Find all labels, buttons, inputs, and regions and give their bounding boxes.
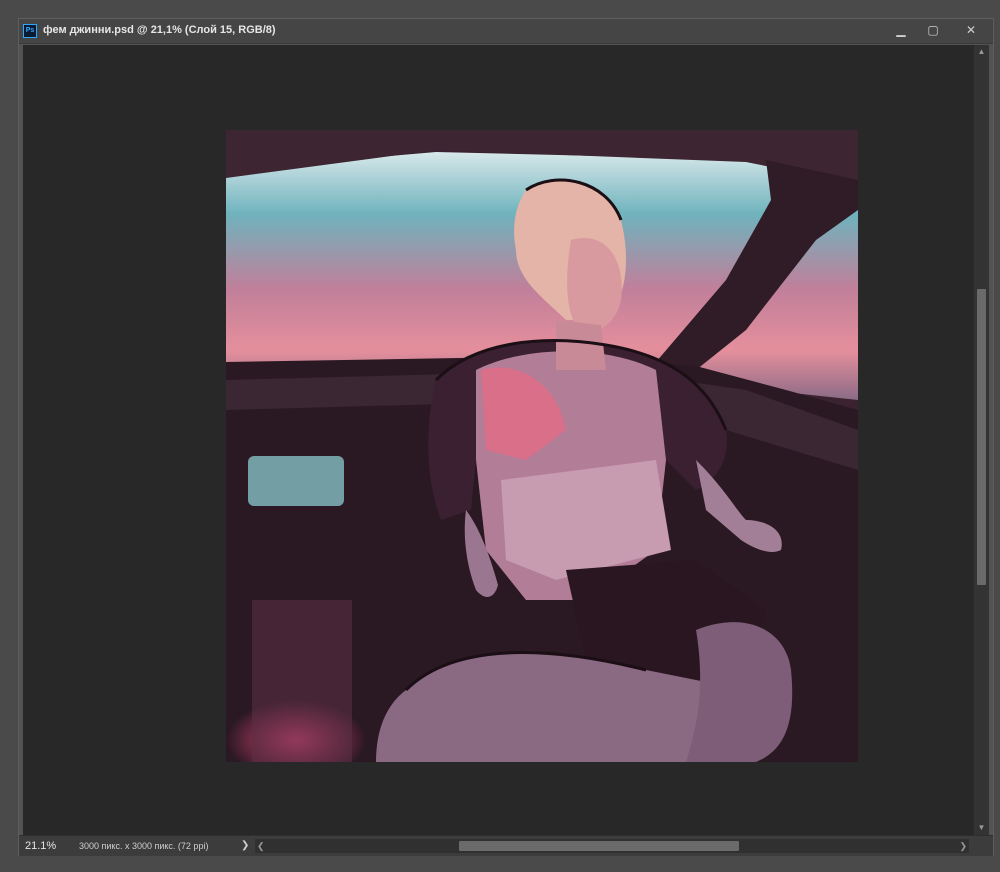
vertical-scrollbar[interactable]: ▲ ▼ xyxy=(974,45,989,835)
document-title: фем джинни.psd @ 21,1% (Слой 15, RGB/8) xyxy=(43,24,276,36)
scroll-left-icon[interactable]: ❮ xyxy=(257,839,265,853)
maximize-button[interactable]: ▢ xyxy=(917,19,949,43)
minimize-icon: ▁ xyxy=(896,23,906,37)
close-icon: ✕ xyxy=(965,23,977,37)
scroll-up-icon[interactable]: ▲ xyxy=(974,45,989,59)
maximize-icon: ▢ xyxy=(927,23,939,37)
scroll-right-icon[interactable]: ❯ xyxy=(959,839,967,853)
scroll-down-icon[interactable]: ▼ xyxy=(974,821,989,835)
document-info: 3000 пикс. x 3000 пикс. (72 ppi) xyxy=(79,841,209,851)
close-button[interactable]: ✕ xyxy=(949,19,993,43)
horizontal-scroll-thumb[interactable] xyxy=(459,841,739,851)
horizontal-scrollbar[interactable]: ❮ ❯ xyxy=(255,839,969,853)
minimize-button[interactable]: ▁ xyxy=(885,19,917,43)
status-menu-arrow-icon[interactable]: ❯ xyxy=(241,838,249,854)
zoom-level-field[interactable]: 21.1% xyxy=(21,838,69,854)
document-titlebar[interactable]: Ps фем джинни.psd @ 21,1% (Слой 15, RGB/… xyxy=(19,19,993,44)
status-bar: 21.1% 3000 пикс. x 3000 пикс. (72 ppi) ❯… xyxy=(19,835,993,856)
vertical-scroll-thumb[interactable] xyxy=(977,289,986,585)
photoshop-icon: Ps xyxy=(23,24,37,38)
canvas-artwork[interactable] xyxy=(226,130,858,762)
